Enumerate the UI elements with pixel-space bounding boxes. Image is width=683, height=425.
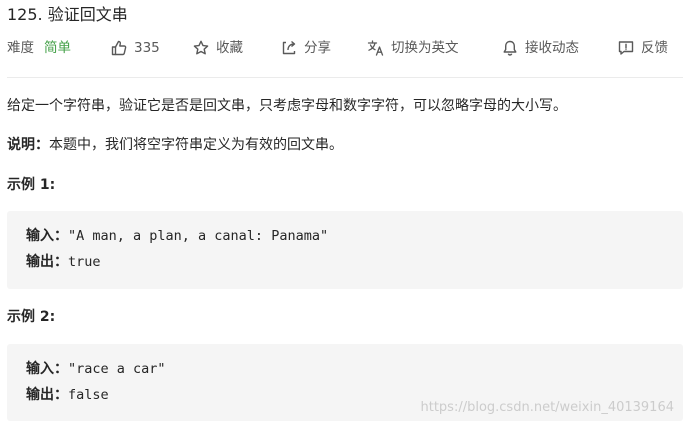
feedback-icon xyxy=(617,39,635,57)
share-label: 分享 xyxy=(304,40,331,56)
share-icon xyxy=(280,39,298,57)
difficulty: 难度 简单 xyxy=(7,36,71,60)
input-value: "A man, a plan, a canal: Panama" xyxy=(68,228,329,244)
output-value: true xyxy=(68,254,101,270)
notification-label: 接收动态 xyxy=(525,40,579,56)
switch-language-label: 切换为英文 xyxy=(391,40,459,56)
bell-icon xyxy=(501,39,519,57)
share-button[interactable]: 分享 xyxy=(280,36,331,60)
favorite-label: 收藏 xyxy=(216,40,243,56)
example-2-heading: 示例 2: xyxy=(7,309,56,325)
star-icon xyxy=(192,39,210,57)
example-1-block: 输入："A man, a plan, a canal: Panama" 输出：t… xyxy=(7,211,683,289)
like-count: 335 xyxy=(134,40,160,56)
problem-title: 125. 验证回文串 xyxy=(7,5,128,24)
divider xyxy=(7,77,683,78)
feedback-label: 反馈 xyxy=(641,40,668,56)
note-text: 本题中，我们将空字符串定义为有效的回文串。 xyxy=(49,137,343,153)
output-label: 输出： xyxy=(26,254,68,270)
output-label: 输出： xyxy=(26,387,68,403)
example-1-heading: 示例 1: xyxy=(7,177,56,193)
translate-icon xyxy=(367,39,385,57)
example-1-output: 输出：true xyxy=(26,251,101,273)
note-label: 说明： xyxy=(7,137,49,153)
input-label: 输入： xyxy=(26,361,68,377)
difficulty-label: 难度 xyxy=(7,40,34,56)
problem-description: 给定一个字符串，验证它是否是回文串，只考虑字母和数字字符，可以忽略字母的大小写。 xyxy=(7,98,567,114)
thumbs-up-icon xyxy=(110,39,128,57)
notification-button[interactable]: 接收动态 xyxy=(501,36,579,60)
example-2-input: 输入："race a car" xyxy=(26,358,166,380)
feedback-button[interactable]: 反馈 xyxy=(617,36,668,60)
like-button[interactable]: 335 xyxy=(110,36,160,60)
switch-language-button[interactable]: 切换为英文 xyxy=(367,36,459,60)
problem-note: 说明：本题中，我们将空字符串定义为有效的回文串。 xyxy=(7,134,343,156)
input-label: 输入： xyxy=(26,228,68,244)
output-value: false xyxy=(68,387,109,403)
example-1-input: 输入："A man, a plan, a canal: Panama" xyxy=(26,225,328,247)
input-value: "race a car" xyxy=(68,361,166,377)
watermark: https://blog.csdn.net/weixin_40139164 xyxy=(420,400,674,415)
problem-page: 125. 验证回文串 难度 简单 335 收藏 分享 切换为英文 接收动态 反馈… xyxy=(0,0,683,425)
favorite-button[interactable]: 收藏 xyxy=(192,36,243,60)
problem-meta-bar: 难度 简单 335 收藏 分享 切换为英文 接收动态 反馈 xyxy=(7,36,683,60)
difficulty-value: 简单 xyxy=(44,40,71,56)
example-2-output: 输出：false xyxy=(26,384,109,406)
